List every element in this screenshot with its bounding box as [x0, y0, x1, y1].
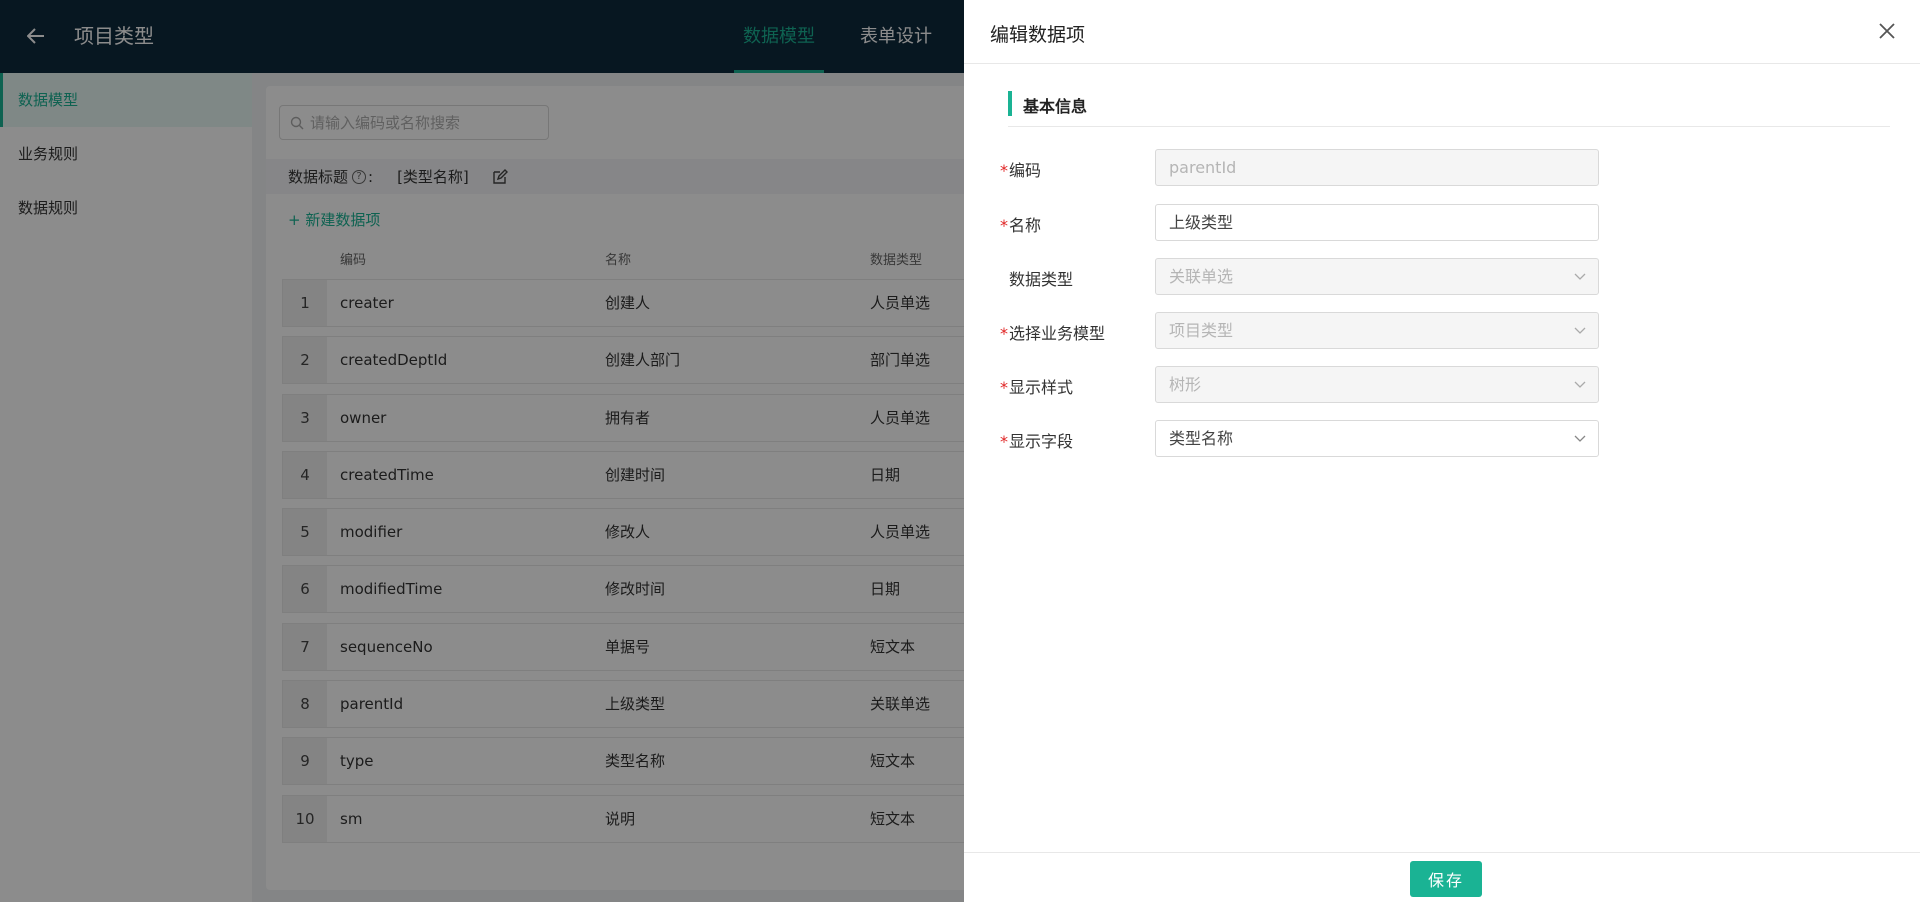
business-model-select[interactable]: 项目类型	[1155, 312, 1599, 349]
business-model-select-value: 项目类型	[1169, 321, 1234, 340]
close-icon[interactable]	[1874, 18, 1900, 44]
field-label: *选择业务模型	[1000, 320, 1105, 344]
field-label: 数据类型	[1008, 266, 1073, 290]
drawer-title: 编辑数据项	[990, 24, 1086, 46]
form-row-name: *名称 上级类型	[964, 204, 1920, 242]
display-style-select-value: 树形	[1169, 375, 1202, 394]
form-row-business-model: *选择业务模型 项目类型	[964, 312, 1920, 350]
chevron-down-icon	[1574, 381, 1586, 388]
form-row-code: *编码 parentId	[964, 149, 1920, 187]
drawer-footer: 保存	[964, 852, 1920, 902]
display-field-select-value: 类型名称	[1169, 429, 1234, 448]
display-style-select[interactable]: 树形	[1155, 366, 1599, 403]
field-label-text: 编码	[1009, 161, 1042, 180]
code-field[interactable]: parentId	[1155, 149, 1599, 186]
field-label: *显示样式	[1000, 374, 1073, 398]
required-mark: *	[1000, 432, 1008, 451]
required-mark: *	[1000, 161, 1008, 180]
data-type-select[interactable]: 关联单选	[1155, 258, 1599, 295]
form-row-display-field: *显示字段 类型名称	[964, 420, 1920, 458]
field-label-text: 名称	[1009, 216, 1042, 235]
field-label: *显示字段	[1000, 428, 1073, 452]
required-mark: *	[1000, 324, 1008, 343]
field-label: *名称	[1000, 212, 1041, 236]
code-field-value: parentId	[1169, 158, 1237, 177]
field-label-text: 显示样式	[1009, 378, 1074, 397]
chevron-down-icon	[1574, 435, 1586, 442]
name-field-value: 上级类型	[1169, 213, 1234, 232]
drawer-header: 编辑数据项	[964, 0, 1920, 64]
data-type-select-value: 关联单选	[1169, 267, 1234, 286]
section-basic-info: 基本信息	[1008, 91, 1890, 127]
save-button[interactable]: 保存	[1410, 861, 1482, 897]
field-label: *编码	[1000, 157, 1041, 181]
required-mark: *	[1000, 378, 1008, 397]
chevron-down-icon	[1574, 327, 1586, 334]
chevron-down-icon	[1574, 273, 1586, 280]
edit-drawer: 编辑数据项 基本信息 *编码 parentId *名称 上级类型 数据类型 关联…	[964, 0, 1920, 902]
field-label-text: 数据类型	[1009, 270, 1074, 289]
display-field-select[interactable]: 类型名称	[1155, 420, 1599, 457]
name-field[interactable]: 上级类型	[1155, 204, 1599, 241]
field-label-text: 选择业务模型	[1009, 324, 1106, 343]
form-row-data-type: 数据类型 关联单选	[964, 258, 1920, 296]
section-title: 基本信息	[1023, 97, 1088, 116]
section-accent-bar	[1008, 91, 1012, 116]
required-mark: *	[1000, 216, 1008, 235]
form-row-display-style: *显示样式 树形	[964, 366, 1920, 404]
field-label-text: 显示字段	[1009, 432, 1074, 451]
